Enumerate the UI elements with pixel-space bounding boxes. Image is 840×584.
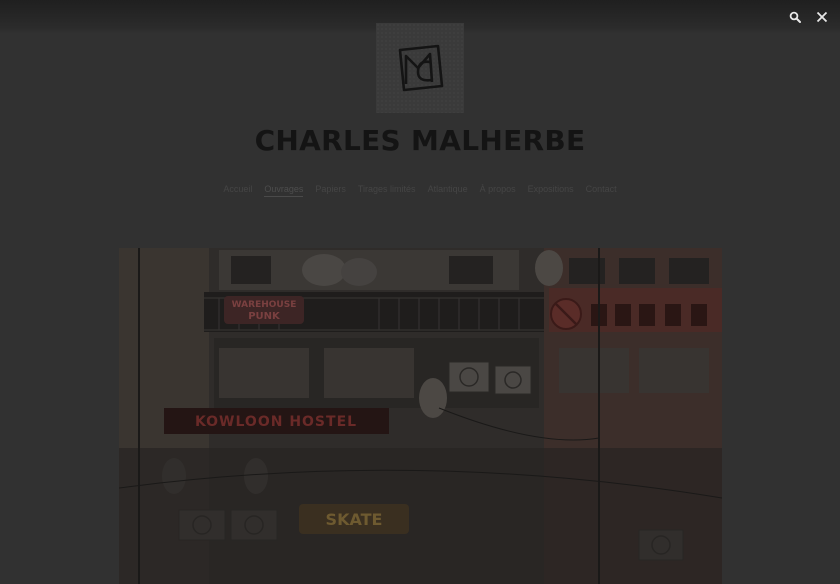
nav-item-tirages-limites[interactable]: Tirages limités — [358, 184, 416, 197]
nav-item-atlantique[interactable]: Atlantique — [428, 184, 468, 197]
site-title[interactable]: CHARLES MALHERBE — [0, 124, 840, 157]
featured-photo[interactable]: WAREHOUSE PUNK KOWLOON HOSTEL SKATE — [119, 248, 722, 584]
svg-text:SKATE: SKATE — [326, 510, 383, 529]
svg-text:KOWLOON HOSTEL: KOWLOON HOSTEL — [195, 414, 357, 430]
svg-text:WAREHOUSE: WAREHOUSE — [232, 300, 297, 310]
search-icon[interactable] — [786, 8, 804, 26]
nav-item-a-propos[interactable]: À propos — [480, 184, 516, 197]
nav-item-papiers[interactable]: Papiers — [315, 184, 346, 197]
close-icon[interactable] — [813, 8, 831, 26]
main-nav: Accueil Ouvrages Papiers Tirages limités… — [0, 184, 840, 197]
nav-item-contact[interactable]: Contact — [586, 184, 617, 197]
site-logo[interactable] — [376, 23, 464, 113]
svg-text:PUNK: PUNK — [248, 311, 281, 322]
nav-item-expositions[interactable]: Expositions — [528, 184, 574, 197]
nav-item-ouvrages[interactable]: Ouvrages — [264, 184, 304, 197]
nav-item-accueil[interactable]: Accueil — [223, 184, 252, 197]
